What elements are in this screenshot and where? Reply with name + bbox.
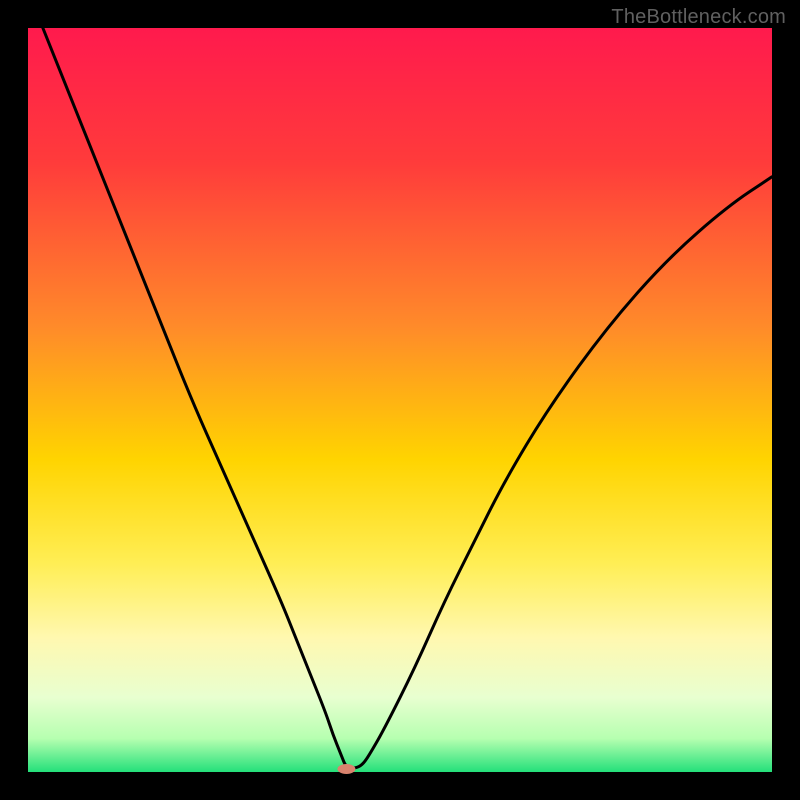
plot-area — [28, 28, 772, 772]
chart-svg — [0, 0, 800, 800]
watermark-text: TheBottleneck.com — [611, 6, 786, 29]
minimum-marker — [337, 764, 355, 774]
chart-frame: TheBottleneck.com — [0, 0, 800, 800]
